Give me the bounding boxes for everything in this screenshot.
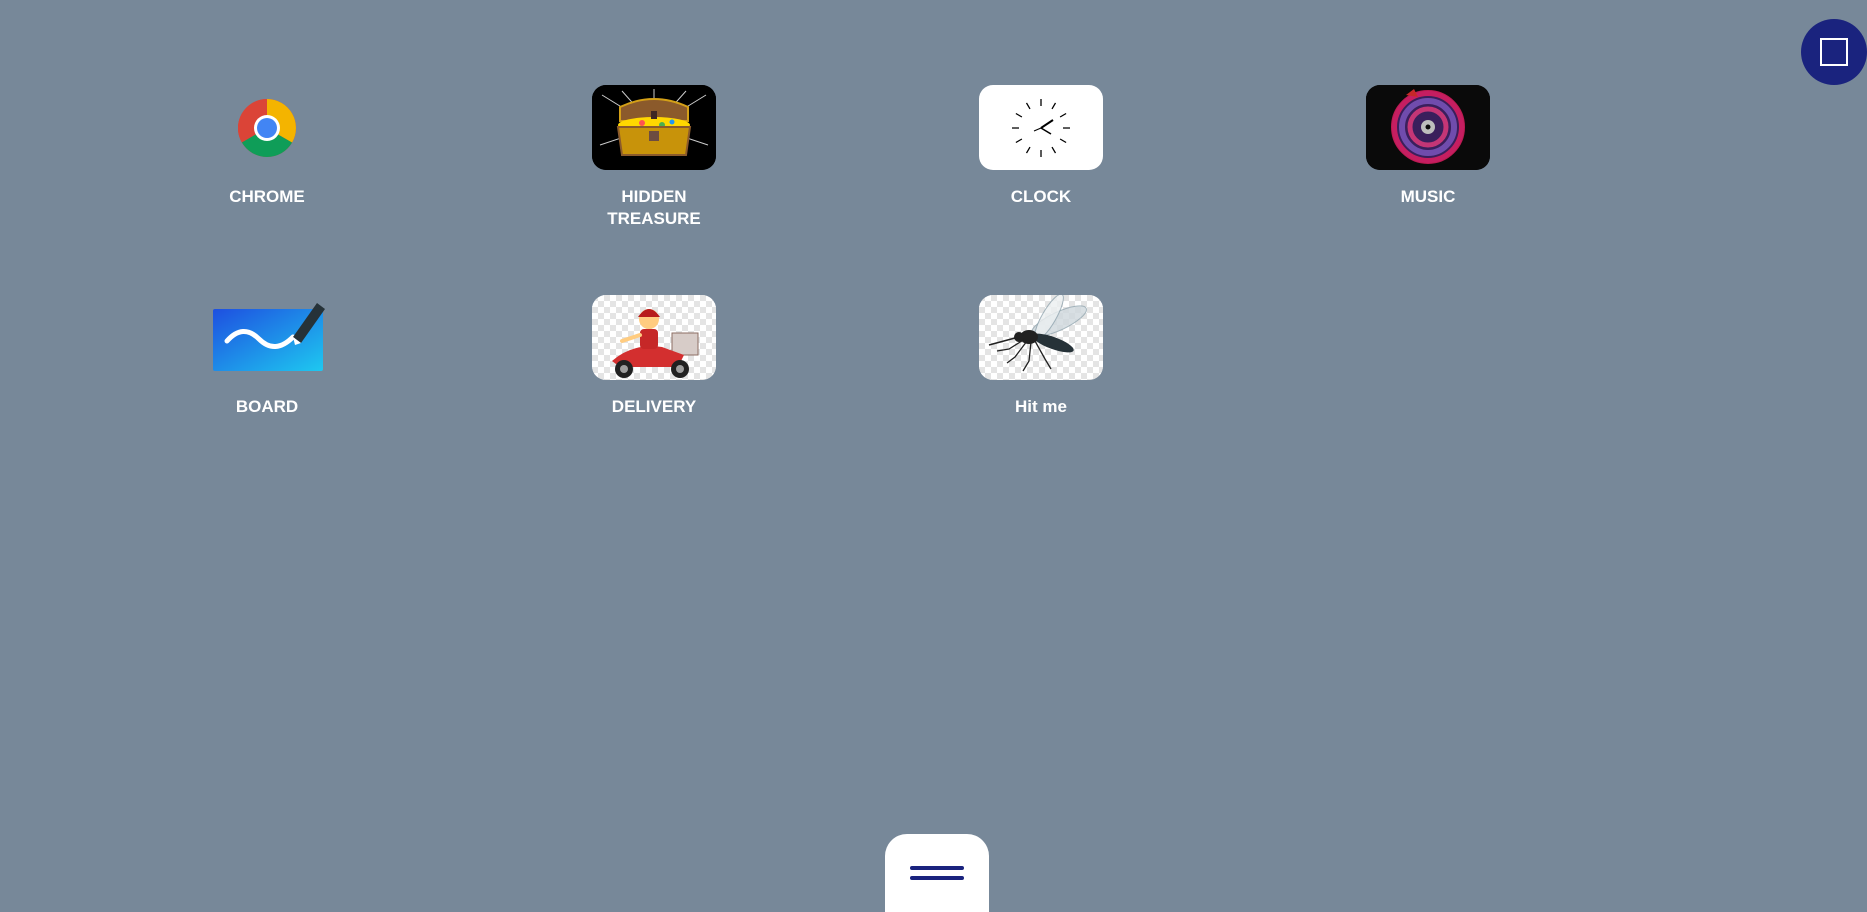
app-label: DELIVERY [611,397,697,416]
music-disc-icon [1366,85,1490,170]
app-label: MUSIC [1400,187,1456,206]
app-delivery[interactable]: DELIVERY [544,295,764,418]
app-music[interactable]: MUSIC [1318,85,1538,208]
app-hidden-treasure[interactable]: HIDDEN TREASURE [544,85,764,230]
app-label: CLOCK [1010,187,1072,206]
desktop: CHROME HIDDEN TREASURE CLOCK MUSIC BOARD… [0,0,1867,912]
mosquito-icon [979,295,1103,380]
app-label: BOARD [235,397,299,416]
app-hit-me[interactable]: Hit me [931,295,1151,418]
treasure-chest-icon [592,85,716,170]
clock-icon [979,85,1103,170]
whiteboard-icon [205,295,329,380]
app-label: Hit me [1015,397,1067,416]
app-label: HIDDEN TREASURE [607,187,701,228]
app-label: CHROME [229,187,305,206]
chrome-icon [205,85,329,170]
hamburger-menu-icon [910,866,964,880]
delivery-scooter-icon [592,295,716,380]
menu-button[interactable] [885,834,989,912]
window-toggle-button[interactable] [1801,19,1867,85]
app-clock[interactable]: CLOCK [931,85,1151,208]
app-chrome[interactable]: CHROME [157,85,377,208]
square-icon [1820,38,1848,66]
app-board[interactable]: BOARD [157,295,377,418]
